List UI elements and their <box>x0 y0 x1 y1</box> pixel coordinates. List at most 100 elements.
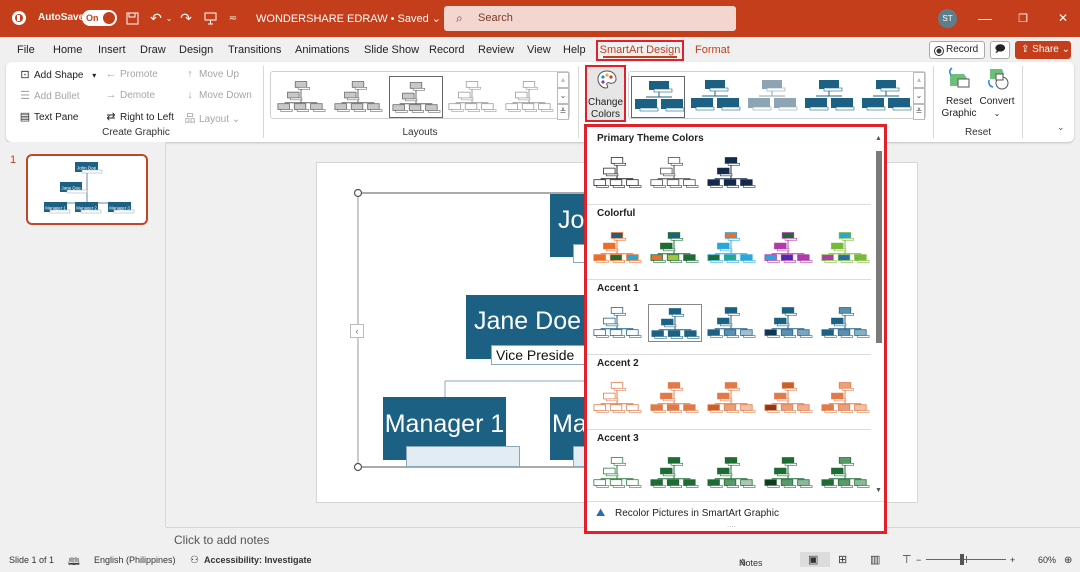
slide-sorter-icon[interactable]: ⊞ <box>838 553 847 566</box>
tab-review[interactable]: Review <box>478 44 514 56</box>
collapse-ribbon-button[interactable]: ⌄ <box>1057 122 1065 133</box>
user-avatar[interactable]: ST <box>938 9 957 28</box>
zoom-level[interactable]: 60% <box>1038 555 1056 565</box>
zoom-slider[interactable] <box>926 554 1006 565</box>
slide-counter[interactable]: Slide 1 of 1 <box>9 555 54 565</box>
color-variation-option[interactable] <box>705 154 759 192</box>
tab-transitions[interactable]: Transitions <box>228 44 281 56</box>
zoom-slider-thumb[interactable] <box>960 554 964 565</box>
dropdown-scrollbar[interactable]: ▲ ▼ <box>874 127 884 497</box>
tab-view[interactable]: View <box>527 44 551 56</box>
color-variation-option[interactable] <box>705 454 759 492</box>
color-variation-option[interactable] <box>762 454 816 492</box>
convert-button[interactable]: Convert ⌄ <box>979 66 1015 120</box>
styles-scroll-down[interactable]: ⌄ <box>913 88 925 104</box>
color-variation-option[interactable] <box>705 379 759 417</box>
layout-option[interactable] <box>275 76 329 118</box>
scrollbar-thumb[interactable] <box>876 151 882 343</box>
promote-button[interactable]: ← Promote <box>104 68 158 80</box>
layout-button[interactable]: 品 Layout ⌄ <box>183 110 241 126</box>
add-shape-button[interactable]: ⊡ Add Shape ▾ <box>18 68 96 81</box>
redo-icon[interactable]: ↷ <box>178 9 194 27</box>
text-pane-toggle[interactable]: ‹ <box>350 324 364 338</box>
zoom-out-button[interactable]: − <box>916 555 921 565</box>
document-title[interactable]: WONDERSHARE EDRAW • Saved ⌄ <box>256 12 441 25</box>
text-pane-button[interactable]: ▤ Text Pane <box>18 110 79 123</box>
color-variation-option[interactable] <box>591 454 645 492</box>
smartart-style-option[interactable] <box>859 76 913 118</box>
layout-option[interactable] <box>389 76 443 118</box>
spell-check-icon[interactable]: 🕮 <box>68 555 80 572</box>
color-variation-option[interactable] <box>762 229 816 267</box>
tab-draw[interactable]: Draw <box>140 44 166 56</box>
reset-graphic-button[interactable]: Reset Graphic <box>940 66 978 120</box>
color-variation-option[interactable] <box>819 304 873 342</box>
zoom-in-button[interactable]: + <box>1010 555 1015 565</box>
present-icon[interactable] <box>202 9 218 27</box>
smartart-subnode-jane[interactable]: Vice Preside <box>491 345 590 365</box>
tab-file[interactable]: File <box>17 44 35 56</box>
undo-dropdown-icon[interactable]: ⌄ <box>164 9 174 27</box>
move-up-button[interactable]: ↑ Move Up <box>183 68 239 80</box>
reading-view-icon[interactable]: ▥ <box>870 553 880 566</box>
tab-slide-show[interactable]: Slide Show <box>364 44 419 56</box>
resize-grip[interactable]: .... <box>727 520 736 529</box>
tab-design[interactable]: Design <box>179 44 213 56</box>
color-variation-option[interactable] <box>648 304 702 342</box>
tab-format[interactable]: Format <box>695 44 730 56</box>
color-variation-option[interactable] <box>819 379 873 417</box>
share-button[interactable]: ⇪ Share ⌄ <box>1015 41 1071 59</box>
smartart-style-option[interactable] <box>688 76 742 118</box>
color-variation-option[interactable] <box>591 154 645 192</box>
smartart-style-option[interactable] <box>802 76 856 118</box>
color-variation-option[interactable] <box>648 454 702 492</box>
color-variation-option[interactable] <box>591 229 645 267</box>
search-box[interactable]: ⌕ Search <box>444 6 736 31</box>
move-down-button[interactable]: ↓ Move Down <box>183 89 252 101</box>
tab-help[interactable]: Help <box>563 44 586 56</box>
customize-qat-icon[interactable]: ≂ <box>226 9 240 27</box>
layouts-scroll-down[interactable]: ⌄ <box>557 88 569 104</box>
color-variation-option[interactable] <box>591 304 645 342</box>
undo-icon[interactable]: ↶ <box>148 9 164 27</box>
layouts-more-button[interactable]: ≚ <box>557 104 569 120</box>
slideshow-view-icon[interactable]: ⊤ <box>902 553 912 566</box>
add-bullet-button[interactable]: ☰ Add Bullet <box>18 89 80 102</box>
layout-option[interactable] <box>332 76 386 118</box>
layout-option[interactable] <box>446 76 500 118</box>
color-variation-option[interactable] <box>591 379 645 417</box>
close-button[interactable]: ✕ <box>1056 9 1070 27</box>
autosave-toggle[interactable]: On <box>82 10 117 26</box>
color-variation-option[interactable] <box>648 229 702 267</box>
accessibility-status[interactable]: Accessibility: Investigate <box>204 555 312 565</box>
comments-button[interactable]: 🗩 <box>990 41 1010 59</box>
color-variation-option[interactable] <box>705 304 759 342</box>
tab-animations[interactable]: Animations <box>295 44 349 56</box>
recolor-pictures-option[interactable]: ⛰ Recolor Pictures in SmartArt Graphic .… <box>587 501 884 531</box>
add-shape-dropdown-icon[interactable]: ▾ <box>92 71 96 80</box>
resize-handle[interactable] <box>353 188 363 198</box>
change-colors-button[interactable]: Change Colors ⌄ <box>585 65 626 132</box>
restore-button[interactable]: ❐ <box>1016 9 1030 27</box>
tab-smartart-design[interactable]: SmartArt Design <box>596 40 684 61</box>
color-variation-option[interactable] <box>648 379 702 417</box>
styles-scroll-up[interactable]: ▴ <box>913 72 925 88</box>
color-variation-option[interactable] <box>819 454 873 492</box>
color-variation-option[interactable] <box>819 229 873 267</box>
demote-button[interactable]: → Demote <box>104 89 156 101</box>
minimize-button[interactable]: — <box>978 9 992 27</box>
tab-home[interactable]: Home <box>53 44 82 56</box>
record-button[interactable]: Record <box>929 41 985 59</box>
smartart-subnode-manager1[interactable] <box>406 446 520 467</box>
scroll-down-arrow[interactable]: ▼ <box>875 487 882 494</box>
layout-option[interactable] <box>503 76 557 118</box>
styles-more-button[interactable]: ≚ <box>913 104 925 120</box>
save-icon[interactable] <box>124 9 140 27</box>
tab-record[interactable]: Record <box>429 44 464 56</box>
tab-insert[interactable]: Insert <box>98 44 126 56</box>
scroll-up-arrow[interactable]: ▲ <box>875 135 882 142</box>
color-variation-option[interactable] <box>762 379 816 417</box>
language-indicator[interactable]: English (Philippines) <box>94 555 176 565</box>
fit-to-window-icon[interactable]: ⊕ <box>1064 555 1072 566</box>
smartart-style-option[interactable] <box>745 76 799 118</box>
